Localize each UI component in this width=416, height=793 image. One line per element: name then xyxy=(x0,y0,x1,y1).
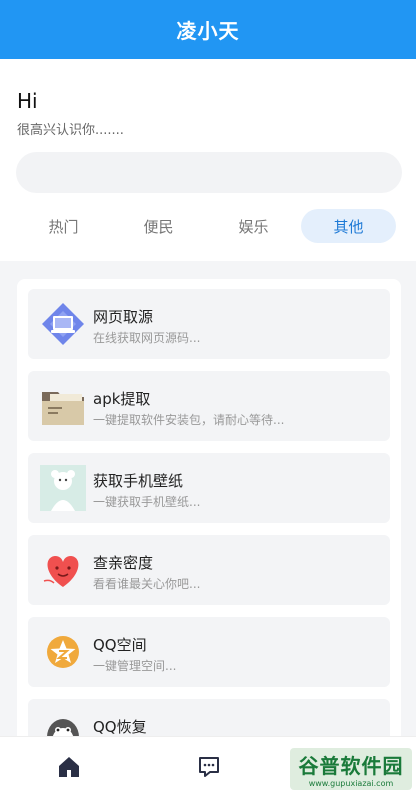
watermark-url: www.gupuxiazai.com xyxy=(308,779,394,788)
message-icon[interactable] xyxy=(197,755,221,779)
category-tabs: 热门 便民 娱乐 其他 xyxy=(16,209,396,243)
item-desc: 在线获取网页源码... xyxy=(93,331,201,345)
list-item-apk-extract[interactable]: apk提取 一键提取软件安装包，请耐心等待... xyxy=(28,371,390,441)
item-title: 网页取源 xyxy=(93,308,154,326)
list-item-wallpaper[interactable]: 获取手机壁纸 一键获取手机壁纸... xyxy=(28,453,390,523)
wallpaper-icon xyxy=(40,465,86,511)
greeting-subtitle: 很高兴认识你....... xyxy=(17,123,124,138)
tab-other[interactable]: 其他 xyxy=(301,209,396,243)
greeting-text: Hi xyxy=(17,89,38,113)
top-app-bar: 凌小天 xyxy=(0,0,416,59)
item-desc: 一键提取软件安装包，请耐心等待... xyxy=(93,413,285,427)
tools-list-card: 网页取源 在线获取网页源码... apk提取 一键提取软件安装包，请耐心等待..… xyxy=(17,279,401,749)
hero-section: Hi 很高兴认识你....... 热门 便民 娱乐 其他 xyxy=(0,59,416,261)
folder-icon xyxy=(42,392,84,425)
qzone-star-icon xyxy=(47,636,79,668)
list-item-qzone[interactable]: QQ空间 一键管理空间... xyxy=(28,617,390,687)
home-icon[interactable] xyxy=(57,755,81,779)
heart-icon xyxy=(43,556,79,587)
watermark-logo: 谷普软件园 www.gupuxiazai.com xyxy=(290,748,412,790)
watermark-text: 谷普软件园 xyxy=(298,754,404,778)
item-title: 查亲密度 xyxy=(93,554,154,572)
list-item-intimacy[interactable]: 查亲密度 看看谁最关心你吧... xyxy=(28,535,390,605)
app-title: 凌小天 xyxy=(176,19,240,43)
tab-entertainment[interactable]: 娱乐 xyxy=(206,209,301,243)
item-desc: 看看谁最关心你吧... xyxy=(93,577,201,591)
item-title: apk提取 xyxy=(93,390,151,408)
item-title: 获取手机壁纸 xyxy=(93,472,184,490)
item-desc: 一键获取手机壁纸... xyxy=(93,495,201,509)
search-input[interactable] xyxy=(16,152,402,193)
tab-convenience[interactable]: 便民 xyxy=(111,209,206,243)
item-title: QQ空间 xyxy=(93,636,147,654)
list-item-web-source[interactable]: 网页取源 在线获取网页源码... xyxy=(28,289,390,359)
web-source-icon xyxy=(42,303,84,345)
tab-hot[interactable]: 热门 xyxy=(16,209,111,243)
item-title: QQ恢复 xyxy=(93,718,147,736)
item-desc: 一键管理空间... xyxy=(93,659,177,673)
